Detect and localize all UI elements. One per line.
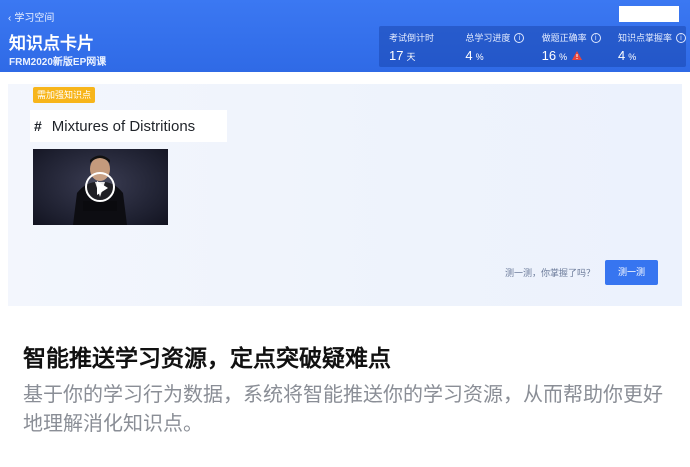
page-title: 知识点卡片: [9, 34, 94, 53]
stat-unit: 天: [406, 52, 416, 62]
back-label: 学习空间: [14, 13, 55, 24]
stat-value: 4: [465, 48, 473, 63]
weak-point-tag: 需加强知识点: [33, 87, 96, 103]
hash-icon: #: [34, 118, 42, 134]
chevron-left-icon: ‹: [8, 13, 12, 24]
info-icon[interactable]: i: [676, 32, 686, 43]
play-icon[interactable]: [85, 172, 115, 202]
warning-icon: [572, 51, 583, 60]
stat-label: 做题正确率: [541, 33, 587, 43]
stat-unit: %: [628, 52, 637, 62]
stat-value: 4: [617, 48, 626, 63]
promo-headline: 智能推送学习资源，定点突破疑难点: [23, 345, 391, 371]
stat-label: 考试倒计时: [389, 33, 435, 43]
promo-body: 基于你的学习行为数据，系统将智能推送你的学习资源，从而帮助你更好地理解消化知识点…: [23, 384, 663, 435]
stat-value: 17: [389, 48, 404, 63]
stat-exam-countdown: 考试倒计时 17 天: [379, 26, 455, 67]
top-header: ‹ 学习空间 知识点卡片 FRM2020新版EP网课 考试倒计时 17 天 总学习进…: [0, 0, 690, 72]
knowledge-point-name: Mixtures of Distritions: [51, 117, 196, 135]
stat-value: 16: [541, 48, 557, 63]
stat-total-progress: 总学习进度 i 4%: [455, 26, 531, 67]
back-link[interactable]: ‹ 学习空间: [8, 9, 54, 24]
stat-unit: %: [475, 52, 484, 62]
stat-label: 知识点掌握率: [617, 33, 672, 43]
stat-unit: %: [559, 52, 568, 62]
stat-label: 总学习进度: [465, 33, 511, 43]
stat-mastery: 知识点掌握率 i 4%: [608, 26, 686, 67]
user-area: [619, 6, 679, 22]
info-icon[interactable]: i: [590, 32, 601, 43]
quiz-prompt: 测一测，你掌握了吗？: [505, 268, 596, 278]
quiz-button[interactable]: 测一测: [605, 260, 658, 285]
video-thumbnail[interactable]: [33, 149, 168, 225]
stats-panel: 考试倒计时 17 天 总学习进度 i 4% 做题正确率 i 16% 知识点掌握率 i 4…: [379, 26, 686, 67]
knowledge-point-title: # Mixtures of Distritions: [30, 110, 227, 142]
stat-accuracy: 做题正确率 i 16%: [532, 26, 608, 67]
info-icon[interactable]: i: [514, 32, 525, 43]
course-name: FRM2020新版EP网课: [9, 57, 107, 68]
